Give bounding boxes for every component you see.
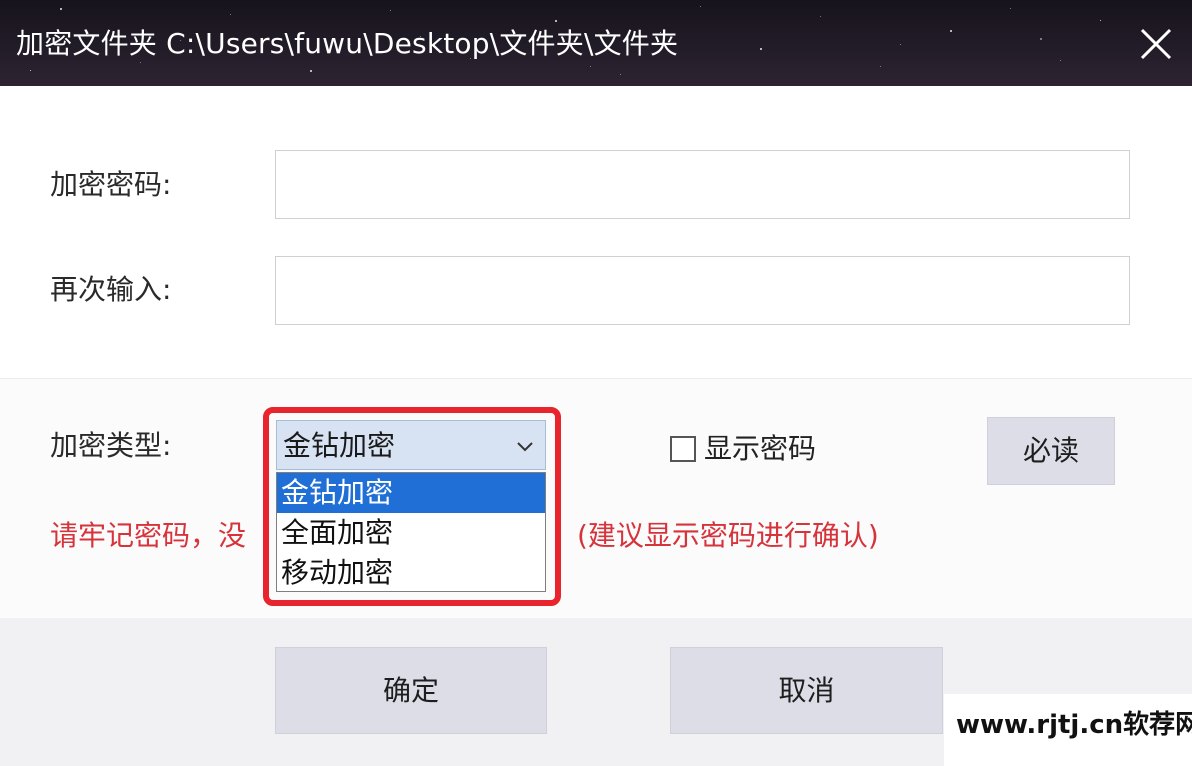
star-dot xyxy=(700,6,701,7)
star-dot xyxy=(950,30,952,32)
star-dot xyxy=(590,66,591,67)
star-dot xyxy=(30,70,31,71)
window-title: 加密文件夹 C:\Users\fuwu\Desktop\文件夹\文件夹 xyxy=(16,27,679,60)
option-quanmian[interactable]: 全面加密 xyxy=(277,513,545,553)
password-input[interactable] xyxy=(275,150,1130,219)
star-dot xyxy=(230,14,231,15)
star-dot xyxy=(310,70,312,72)
encryption-type-label: 加密类型: xyxy=(50,429,172,462)
star-dot xyxy=(555,20,557,22)
encryption-type-dropdown: 金钻加密 全面加密 移动加密 xyxy=(276,472,546,592)
title-bar: 加密文件夹 C:\Users\fuwu\Desktop\文件夹\文件夹 xyxy=(0,0,1192,86)
password-label: 加密密码: xyxy=(50,168,172,201)
star-dot xyxy=(760,48,762,50)
warning-text-right: (建议显示密码进行确认) xyxy=(577,519,879,552)
star-dot xyxy=(1100,20,1101,21)
star-dot xyxy=(60,8,62,10)
password-section xyxy=(0,86,1192,378)
star-dot xyxy=(390,10,391,11)
show-password-checkbox[interactable] xyxy=(670,436,696,462)
star-dot xyxy=(1060,60,1061,61)
confirm-password-input[interactable] xyxy=(275,256,1130,325)
star-dot xyxy=(140,62,141,63)
show-password-label[interactable]: 显示密码 xyxy=(704,431,816,467)
chevron-down-icon xyxy=(517,442,533,452)
ok-button[interactable]: 确定 xyxy=(275,647,547,734)
watermark-text: www.rjtj.cn软荐网 xyxy=(956,710,1192,740)
close-icon xyxy=(1140,28,1172,60)
star-dot xyxy=(1010,8,1011,9)
star-dot xyxy=(880,66,881,67)
encryption-type-select[interactable]: 金钻加密 xyxy=(276,420,546,470)
star-dot xyxy=(620,74,621,75)
must-read-button[interactable]: 必读 xyxy=(987,417,1115,485)
encryption-type-selected: 金钻加密 xyxy=(283,429,396,462)
confirm-password-label: 再次输入: xyxy=(50,273,172,306)
warning-text-left: 请牢记密码，没 xyxy=(50,519,247,552)
option-yidong[interactable]: 移动加密 xyxy=(277,553,545,593)
cancel-button[interactable]: 取消 xyxy=(670,647,943,734)
star-dot xyxy=(900,44,901,45)
close-button[interactable] xyxy=(1136,24,1176,64)
option-jinzuan[interactable]: 金钻加密 xyxy=(277,473,545,513)
watermark: www.rjtj.cn软荐网 xyxy=(944,694,1192,766)
options-section xyxy=(0,378,1192,619)
star-dot xyxy=(820,16,821,17)
star-dot xyxy=(1040,38,1042,40)
